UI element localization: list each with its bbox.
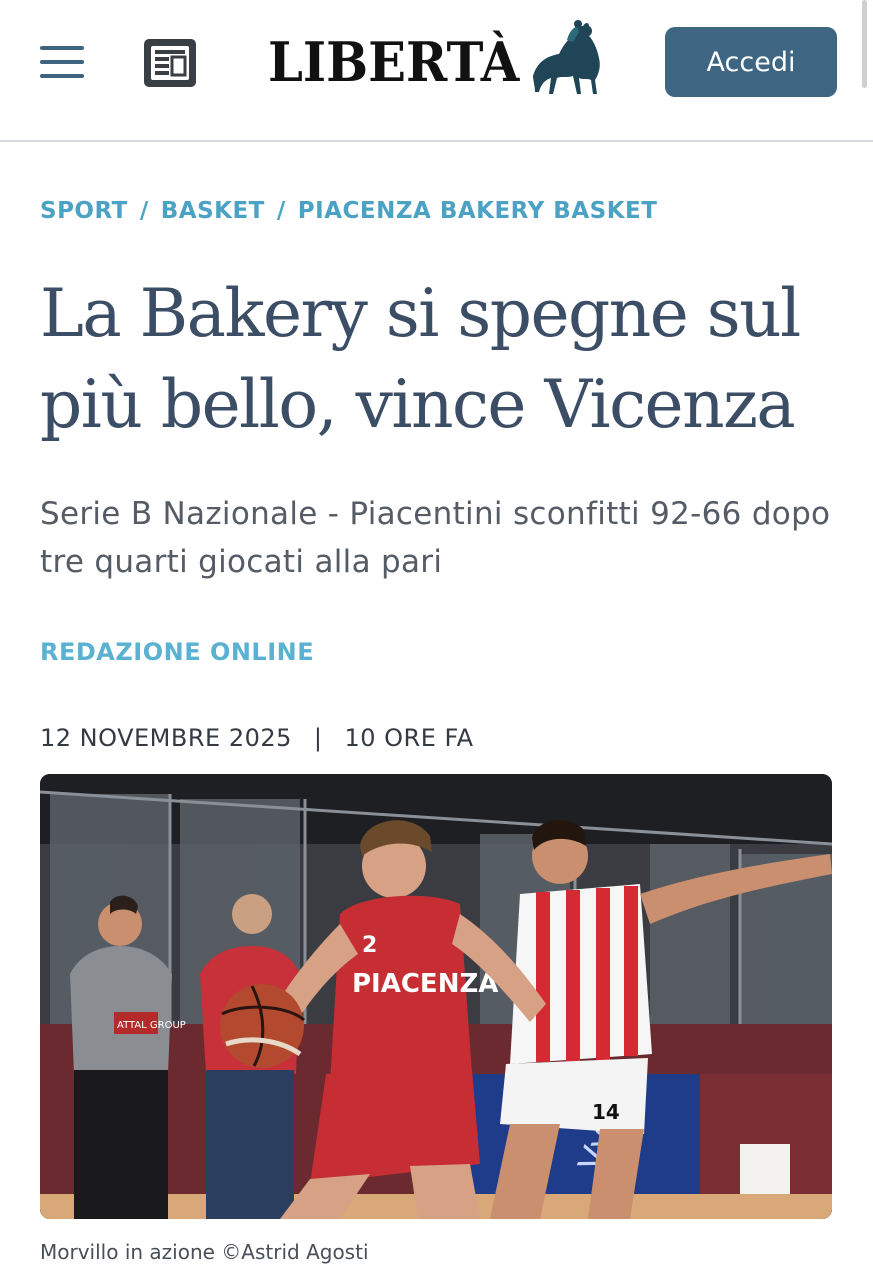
breadcrumb-link-sport[interactable]: SPORT xyxy=(40,198,128,224)
breadcrumb-link-team[interactable]: PIACENZA BAKERY BASKET xyxy=(298,198,658,224)
jersey-number-right: 14 xyxy=(592,1100,620,1124)
article-relative-time: 10 ORE FA xyxy=(344,724,474,752)
basketball-action-illustration: Vyd ATTAL GROUP xyxy=(40,774,832,1219)
article-title: La Bakery si spegne sul più bello, vince… xyxy=(40,275,801,443)
jersey-number-left: 2 xyxy=(362,933,377,958)
hamburger-menu-icon[interactable] xyxy=(40,43,86,81)
jersey-team-left: PIACENZA xyxy=(352,969,498,999)
breadcrumb: SPORT / BASKET / PIACENZA BAKERY BASKET xyxy=(40,198,657,224)
referee-patch-text: ATTAL GROUP xyxy=(117,1020,186,1031)
photo-caption: Morvillo in azione ©Astrid Agosti xyxy=(40,1240,369,1264)
basketball xyxy=(220,984,305,1068)
scrollbar[interactable] xyxy=(862,0,867,88)
site-header: LIBERTÀ Accedi xyxy=(0,0,873,142)
breadcrumb-separator: / xyxy=(139,198,149,224)
article-date: 12 NOVEMBRE 2025 xyxy=(40,724,292,752)
breadcrumb-separator: / xyxy=(276,198,286,224)
dateline-separator: | xyxy=(313,724,323,752)
site-logo[interactable]: LIBERTÀ xyxy=(268,18,608,98)
article-photo[interactable]: Vyd ATTAL GROUP xyxy=(40,774,832,1219)
article-dateline: 12 NOVEMBRE 2025 | 10 ORE FA xyxy=(40,724,474,752)
breadcrumb-link-basket[interactable]: BASKET xyxy=(161,198,265,224)
horse-rider-logo-icon xyxy=(533,20,600,94)
newspaper-icon[interactable] xyxy=(142,35,198,91)
article-subtitle: Serie B Nazionale - Piacentini sconfitti… xyxy=(40,496,831,580)
article-author[interactable]: REDAZIONE ONLINE xyxy=(40,638,314,666)
logo-wordmark: LIBERTÀ xyxy=(268,30,520,94)
login-button[interactable]: Accedi xyxy=(665,27,837,97)
